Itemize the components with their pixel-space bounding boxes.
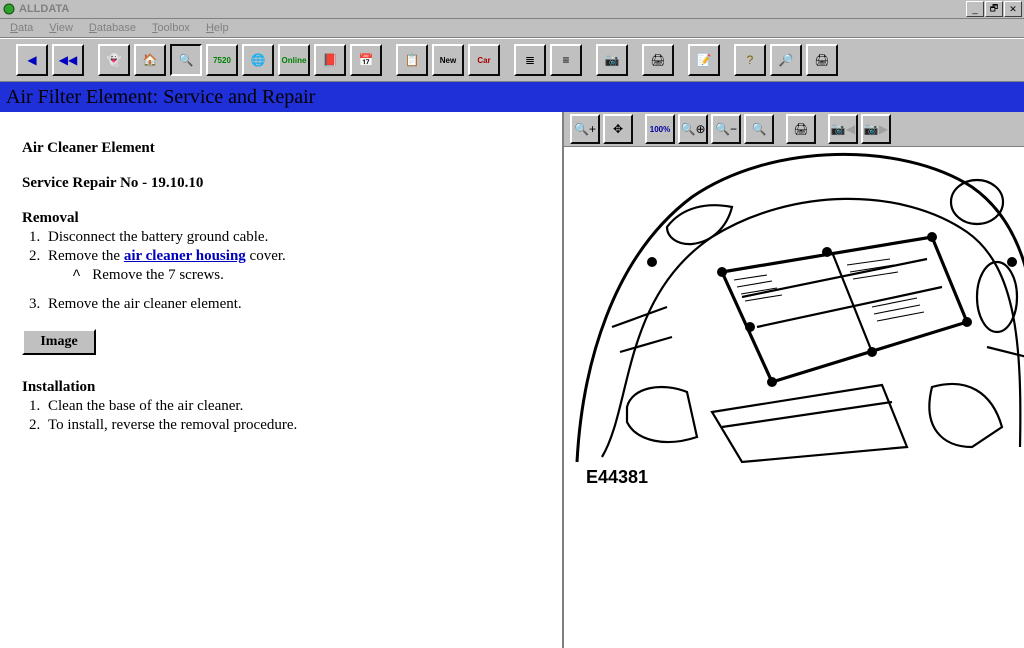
book-icon[interactable]: 📕 — [314, 44, 346, 76]
zoom-find-icon[interactable]: 🔎 — [770, 44, 802, 76]
menu-database[interactable]: Database — [81, 21, 144, 35]
list-icon[interactable]: ≣ — [514, 44, 546, 76]
link-air-cleaner-housing[interactable]: air cleaner housing — [124, 248, 246, 264]
page-title: Air Filter Element: Service and Repair — [0, 82, 1024, 112]
service-repair-no: Service Repair No - 19.10.10 — [22, 175, 544, 192]
zoom-100-icon[interactable]: 100% — [645, 114, 675, 144]
menu-view[interactable]: View — [41, 21, 81, 35]
engine-diagram — [572, 147, 1024, 467]
zoom-out-icon[interactable]: 🔍− — [711, 114, 741, 144]
menu-data[interactable]: Data — [2, 21, 41, 35]
home-icon[interactable]: 🏠 — [134, 44, 166, 76]
print2-icon[interactable]: 🖨 — [806, 44, 838, 76]
removal-list: Disconnect the battery ground cable. Remo… — [44, 229, 544, 313]
zoom-dim-icon: 🔍 — [744, 114, 774, 144]
diagram-label: E44381 — [586, 467, 648, 488]
installation-heading: Installation — [22, 379, 544, 396]
article-pane: Air Cleaner Element Service Repair No - … — [0, 112, 562, 648]
menu-toolbox[interactable]: Toolbox — [144, 21, 198, 35]
install-step: Clean the base of the air cleaner. — [44, 398, 544, 415]
next-image-icon: 📷▶ — [861, 114, 891, 144]
camera-icon[interactable]: 📷 — [596, 44, 628, 76]
car-icon[interactable]: Car — [468, 44, 500, 76]
calendar-icon[interactable]: 📅 — [350, 44, 382, 76]
image-toolbar: 🔍+✥ 100%🔍⊕🔍−🔍 🖨 📷◀📷▶ — [564, 112, 1024, 147]
zoom-in-icon[interactable]: 🔍+ — [570, 114, 600, 144]
main-toolbar: ◀◀◀👻🏠🔍7520🌐Online📕📅📋NewCar≣≡📷🖨📝?🔎🖨 — [0, 38, 1024, 82]
prev-image-icon: 📷◀ — [828, 114, 858, 144]
app-icon — [2, 2, 16, 16]
removal-step: Disconnect the battery ground cable. — [44, 229, 544, 246]
removal-step: Remove the air cleaner element. — [44, 296, 544, 313]
removal-step: Remove the air cleaner housing cover. — [44, 248, 544, 265]
rewind-icon[interactable]: ◀◀ — [52, 44, 84, 76]
note-icon[interactable]: 📝 — [688, 44, 720, 76]
print-icon[interactable]: 🖨 — [642, 44, 674, 76]
print-image-icon[interactable]: 🖨 — [786, 114, 816, 144]
image-button[interactable]: Image — [22, 329, 96, 355]
removal-substep: ^ Remove the 7 screws. — [72, 267, 544, 284]
code-7520-icon[interactable]: 7520 — [206, 44, 238, 76]
close-button[interactable]: ✕ — [1004, 1, 1022, 17]
window-title: ALLDATA — [19, 3, 966, 15]
image-pane: 🔍+✥ 100%🔍⊕🔍−🔍 🖨 📷◀📷▶ — [562, 112, 1024, 648]
install-step: To install, reverse the removal procedur… — [44, 417, 544, 434]
zoom-fit-icon[interactable]: 🔍⊕ — [678, 114, 708, 144]
align-icon[interactable]: ≡ — [550, 44, 582, 76]
search-icon[interactable]: 🔍 — [170, 44, 202, 76]
diagram-area[interactable]: E44381 — [564, 147, 1024, 648]
restore-button[interactable]: 🗗 — [985, 1, 1003, 17]
article-heading: Air Cleaner Element — [22, 140, 544, 157]
globe-icon[interactable]: 🌐 — [242, 44, 274, 76]
ghost-icon[interactable]: 👻 — [98, 44, 130, 76]
new-car-icon[interactable]: New — [432, 44, 464, 76]
removal-heading: Removal — [22, 210, 544, 227]
installation-list: Clean the base of the air cleaner. To ins… — [44, 398, 544, 434]
minimize-button[interactable]: _ — [966, 1, 984, 17]
help-icon[interactable]: ? — [734, 44, 766, 76]
titlebar: ALLDATA _ 🗗 ✕ — [0, 0, 1024, 19]
back-icon[interactable]: ◀ — [16, 44, 48, 76]
online-icon[interactable]: Online — [278, 44, 310, 76]
menubar: DataViewDatabaseToolboxHelp — [0, 19, 1024, 38]
content-area: Air Cleaner Element Service Repair No - … — [0, 112, 1024, 648]
menu-help[interactable]: Help — [198, 21, 237, 35]
pan-icon[interactable]: ✥ — [603, 114, 633, 144]
clipboard-icon[interactable]: 📋 — [396, 44, 428, 76]
